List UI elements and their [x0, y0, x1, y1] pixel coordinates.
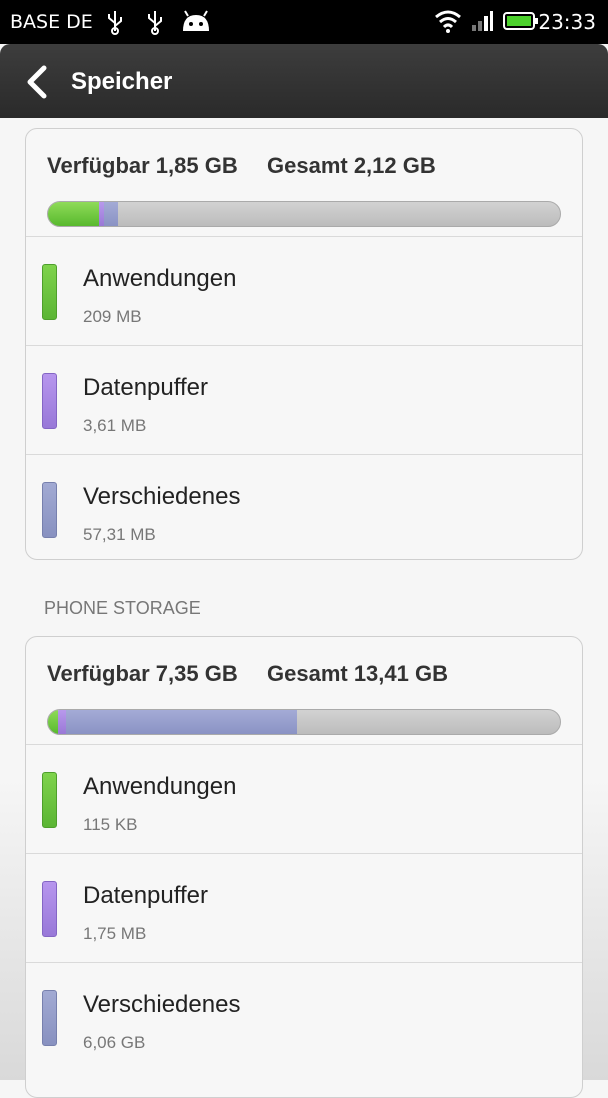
android-debug-icon — [183, 10, 209, 31]
row-size: 57,31 MB — [83, 525, 156, 544]
list-item-cache[interactable]: Datenpuffer 1,75 MB — [26, 854, 582, 963]
available-label: Verfügbar 7,35 GB — [47, 661, 238, 686]
row-title: Datenpuffer — [83, 882, 208, 909]
row-size: 3,61 MB — [83, 416, 147, 435]
usb-icon — [148, 11, 162, 35]
usb-icon — [108, 11, 122, 35]
row-title: Datenpuffer — [83, 374, 208, 401]
usage-segment-apps — [48, 202, 100, 226]
page-title: Speicher — [71, 68, 173, 95]
clock: 23:33 — [538, 10, 596, 34]
storage-summary: Verfügbar 1,85 GB Gesamt 2,12 GB — [26, 129, 582, 237]
cache-color-swatch — [42, 881, 57, 937]
available-label: Verfügbar 1,85 GB — [47, 153, 238, 178]
status-bar: BASE DE 23:33 — [0, 0, 608, 44]
usage-segment-cache — [58, 710, 66, 734]
usage-bar — [47, 709, 561, 735]
row-title: Verschiedenes — [83, 483, 241, 510]
usage-bar — [47, 201, 561, 227]
signal-icon — [472, 11, 493, 31]
phone-storage-card: Verfügbar 7,35 GB Gesamt 13,41 GB Anwend… — [25, 636, 583, 1098]
apps-color-swatch — [42, 772, 57, 828]
list-item-misc[interactable]: Verschiedenes 6,06 GB — [26, 963, 582, 1071]
usage-segment-apps — [48, 710, 59, 734]
row-size: 115 KB — [83, 815, 138, 834]
row-size: 1,75 MB — [83, 924, 147, 943]
carrier-label: BASE DE — [10, 11, 93, 33]
list-item-misc[interactable]: Verschiedenes 57,31 MB — [26, 455, 582, 559]
usage-segment-misc — [104, 202, 118, 226]
total-label: Gesamt 13,41 GB — [267, 661, 448, 686]
action-bar: Speicher — [0, 44, 608, 118]
apps-color-swatch — [42, 264, 57, 320]
list-item-apps[interactable]: Anwendungen 115 KB — [26, 745, 582, 854]
cache-color-swatch — [42, 373, 57, 429]
row-title: Anwendungen — [83, 265, 237, 292]
storage-summary: Verfügbar 7,35 GB Gesamt 13,41 GB — [26, 637, 582, 745]
internal-storage-card: Verfügbar 1,85 GB Gesamt 2,12 GB Anwendu… — [25, 128, 583, 560]
wifi-icon — [435, 10, 461, 33]
list-item-apps[interactable]: Anwendungen 209 MB — [26, 237, 582, 346]
battery-icon — [503, 12, 538, 30]
list-item-cache[interactable]: Datenpuffer 3,61 MB — [26, 346, 582, 455]
misc-color-swatch — [42, 482, 57, 538]
row-size: 209 MB — [83, 307, 142, 326]
row-size: 6,06 GB — [83, 1033, 146, 1052]
usage-segment-misc — [65, 710, 298, 734]
misc-color-swatch — [42, 990, 57, 1046]
total-label: Gesamt 2,12 GB — [267, 153, 436, 178]
row-title: Verschiedenes — [83, 991, 241, 1018]
chevron-left-icon[interactable] — [24, 65, 52, 99]
row-title: Anwendungen — [83, 773, 237, 800]
section-header: PHONE STORAGE — [44, 598, 201, 618]
